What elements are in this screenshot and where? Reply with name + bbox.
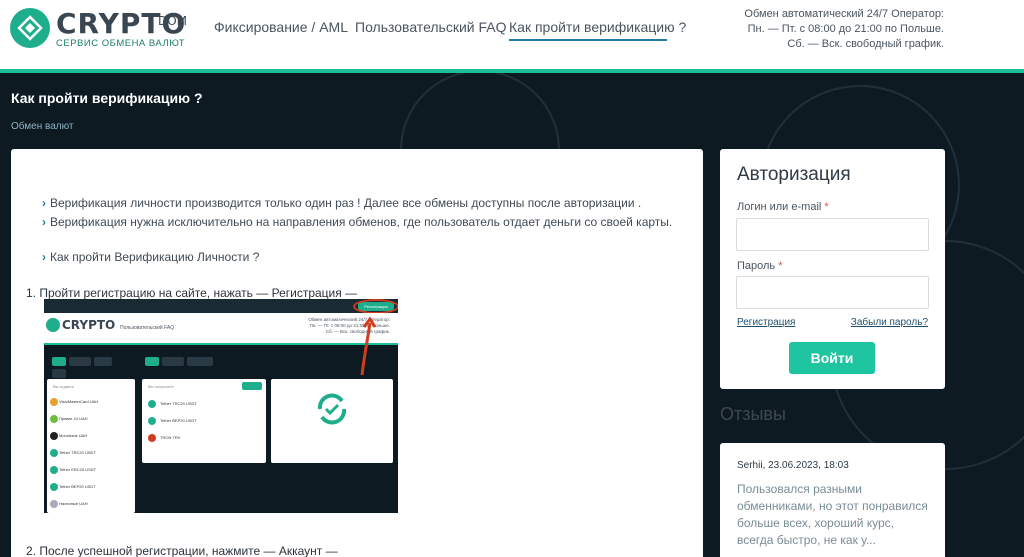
step-1-text: 1. Пройти регистрацию на сайте, нажать —… (26, 286, 358, 300)
nav-item-aml[interactable]: Фиксирование / AML (214, 19, 348, 35)
nav-active-underline (509, 39, 667, 41)
page-title: Как пройти верификацию ? (11, 90, 203, 106)
screenshot-logo-text: CRYPTO (62, 318, 116, 332)
article-bullet: › Верификация личности производится тольк… (42, 196, 642, 210)
article-bullet: › Верификация нужна исключительно на напр… (42, 215, 673, 229)
auth-title: Авторизация (737, 164, 851, 185)
reviews-heading: Отзывы (720, 404, 786, 424)
chevron-right-icon: › (42, 250, 46, 264)
nav-item-faq[interactable]: Пользовательский FAQ (355, 19, 507, 35)
screenshot-chip (94, 357, 112, 366)
operator-hours-line: Сб. — Вск. свободный график. (787, 38, 944, 50)
arrow-icon (360, 317, 377, 376)
site-header: CRYPTO DOM СЕРВИС ОБМЕНА ВАЛЮТ Фиксирова… (0, 0, 1024, 69)
screenshot-chip (162, 357, 184, 366)
chevron-right-icon: › (42, 196, 46, 210)
login-button[interactable]: Войти (789, 342, 875, 374)
chevron-right-icon: › (42, 215, 46, 229)
screenshot-get-panel: Вы получаете Tether TRC20 USDT Tether BE… (142, 379, 266, 463)
password-label: Пароль * (737, 260, 783, 272)
screenshot-chip (69, 357, 91, 366)
auth-panel: Авторизация Логин или e-mail * Пароль * … (720, 149, 945, 389)
exchange-icon (317, 393, 347, 425)
screenshot-nav: Пользовательский FAQ (120, 325, 175, 331)
login-label: Логин или e-mail * (737, 201, 829, 213)
nav-item-verification[interactable]: Как пройти верификацию ? (509, 19, 686, 35)
review-text: Пользовался разными обменниками, но этот… (737, 482, 928, 547)
logo-icon (10, 8, 50, 48)
article-card: › Верификация личности производится тольк… (11, 149, 703, 557)
screenshot-chip (187, 357, 213, 366)
operator-hours-line: Пн. — Пт. с 08:00 до 21:00 по Польше. (747, 23, 944, 35)
site-logo[interactable]: CRYPTO DOM СЕРВИС ОБМЕНА ВАЛЮТ (10, 7, 200, 52)
screenshot-give-panel: Вы отдаете Visa/MasterCard UAH Приват 24… (47, 379, 135, 513)
forgot-password-link[interactable]: Забыли пароль? (851, 317, 928, 328)
register-link[interactable]: Регистрация (737, 317, 795, 328)
screenshot-chip (52, 357, 66, 366)
screenshot-info-panel (271, 379, 393, 463)
screenshot-chip (52, 369, 66, 378)
breadcrumb-link[interactable]: Обмен валют (11, 121, 73, 132)
screenshot-highlight-circle (353, 299, 398, 314)
screenshot-chip (145, 357, 159, 366)
step-2-text: 2. После успешной регистрации, нажмите —… (26, 544, 338, 557)
login-input[interactable] (736, 218, 929, 251)
article-bullet: › Как пройти Верификацию Личности ? (42, 250, 260, 264)
password-input[interactable] (736, 276, 929, 309)
header-accent-line (0, 69, 1024, 73)
screenshot-topbar (44, 299, 398, 313)
operator-hours: Обмен автоматический 24/7 Оператор: Пн. … (744, 7, 944, 52)
logo-dom: DOM (158, 14, 188, 28)
screenshot-accent-line (44, 343, 398, 345)
logo-subtitle: СЕРВИС ОБМЕНА ВАЛЮТ (56, 38, 186, 49)
registration-screenshot: Регистрация CRYPTO Пользовательский FAQ … (44, 299, 398, 513)
review-meta: Serhii, 23.06.2023, 18:03 (737, 460, 849, 471)
review-card[interactable]: Serhii, 23.06.2023, 18:03 Пользовался ра… (720, 443, 945, 557)
screenshot-logo-icon (46, 318, 60, 332)
operator-hours-line: Обмен автоматический 24/7 Оператор: (744, 8, 944, 20)
